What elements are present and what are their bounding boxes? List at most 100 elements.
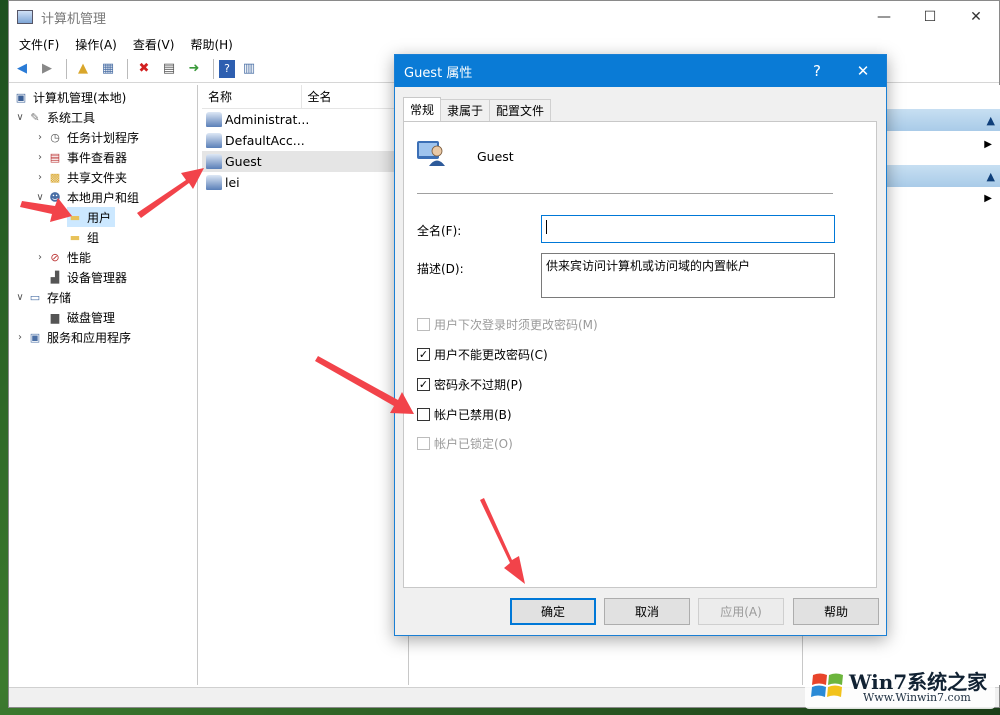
title-bar: 计算机管理 — ☐ ✕ [9, 1, 999, 33]
account-name: Guest [477, 149, 514, 164]
computer-icon: ▣ [15, 90, 27, 104]
account-locked-checkbox[interactable]: 帐户已锁定(O) [417, 434, 513, 452]
menu-action[interactable]: 操作(A) [67, 36, 125, 53]
tree-item-users[interactable]: ▬ 用户 [67, 207, 116, 227]
menu-bar: 文件(F) 操作(A) 查看(V) 帮助(H) [9, 33, 999, 55]
storage-icon: ▭ [29, 290, 41, 304]
chevron-down-icon[interactable]: ∨ [13, 292, 27, 303]
fullname-field[interactable] [541, 215, 835, 243]
list-item[interactable]: Guest [202, 151, 408, 172]
user-icon [206, 133, 222, 148]
tree-item-disk-management[interactable]: ▆ 磁盘管理 [33, 307, 115, 327]
tree-item-storage[interactable]: ∨ ▭ 存储 [13, 287, 71, 307]
checkmark-icon[interactable]: ✓ [417, 377, 430, 391]
chevron-right-icon[interactable]: ▶ [984, 139, 992, 150]
cancel-button[interactable]: 取消 [604, 598, 690, 625]
user-icon [206, 154, 222, 169]
menu-help[interactable]: 帮助(H) [182, 36, 240, 53]
device-manager-icon: ▟ [50, 270, 60, 284]
chevron-right-icon[interactable]: › [13, 332, 27, 343]
menu-file[interactable]: 文件(F) [11, 36, 67, 53]
dialog-title-bar: Guest 属性 ? ✕ [395, 55, 886, 87]
apply-button[interactable]: 应用(A) [698, 598, 784, 625]
dialog-tabs: 常规 隶属于 配置文件 [403, 97, 552, 121]
users-icon: ☻ [49, 190, 61, 204]
list-item[interactable]: Administrat... [202, 109, 408, 130]
clock-icon: ◷ [50, 130, 60, 144]
dialog-help-button[interactable]: ? [794, 55, 840, 87]
chevron-right-icon[interactable]: › [33, 252, 47, 263]
minimize-button[interactable]: — [861, 1, 907, 33]
tree-item-task-scheduler[interactable]: › ◷ 任务计划程序 [33, 127, 139, 147]
help-button[interactable]: 帮助 [793, 598, 879, 625]
checkbox-box[interactable] [417, 436, 430, 450]
password-never-expires-checkbox[interactable]: ✓ 密码永不过期(P) [417, 375, 523, 393]
maximize-button[interactable]: ☐ [907, 1, 953, 33]
ok-button[interactable]: 确定 [510, 598, 596, 625]
dialog-title: Guest 属性 [404, 65, 473, 81]
forward-arrow-icon[interactable]: ▶ [36, 58, 58, 80]
export-icon[interactable]: ➜ [183, 58, 205, 80]
tree-item-local-users-groups[interactable]: ∨ ☻ 本地用户和组 [33, 187, 139, 207]
folder-icon: ▬ [69, 210, 81, 224]
tree-item-groups[interactable]: ▬ 组 [67, 227, 99, 247]
window-title: 计算机管理 [41, 11, 107, 27]
chevron-right-icon[interactable]: › [33, 132, 47, 143]
collapse-up-icon[interactable]: ▲ [987, 170, 995, 183]
dialog-close-button[interactable]: ✕ [840, 55, 886, 87]
collapse-up-icon[interactable]: ▲ [987, 114, 995, 127]
tree-item-device-manager[interactable]: ▟ 设备管理器 [33, 267, 127, 287]
show-tree-icon[interactable]: ▦ [97, 58, 119, 80]
computer-management-icon [17, 10, 33, 24]
disk-icon: ▆ [50, 310, 60, 324]
navigation-tree: ▣ 计算机管理(本地) ∨ ✎ 系统工具 › ◷ 任务计划程序 › ▤ 事件查看器 › ▩ 共享文… [9, 85, 198, 685]
fullname-label: 全名(F): [417, 224, 462, 238]
list-item[interactable]: lei [202, 172, 408, 193]
checkbox-box[interactable] [417, 317, 430, 331]
column-name[interactable]: 名称 [202, 84, 302, 109]
tree-item-performance[interactable]: › ⊘ 性能 [33, 247, 91, 267]
tab-member-of[interactable]: 隶属于 [440, 99, 491, 121]
tree-item-event-viewer[interactable]: › ▤ 事件查看器 [33, 147, 127, 167]
divider [417, 193, 833, 194]
services-icon: ▣ [29, 330, 41, 344]
event-viewer-icon: ▤ [49, 150, 61, 164]
chevron-right-icon[interactable]: › [33, 152, 47, 163]
performance-icon: ⊘ [50, 250, 60, 264]
user-icon [206, 112, 222, 127]
list-item[interactable]: DefaultAcc... [202, 130, 408, 151]
checkmark-icon[interactable]: ✓ [417, 347, 430, 361]
user-list-pane: 名称 全名 Administrat... DefaultAcc... Guest… [202, 84, 409, 685]
chevron-down-icon[interactable]: ∨ [13, 112, 27, 123]
close-button[interactable]: ✕ [953, 1, 999, 33]
delete-icon[interactable]: ✖ [133, 58, 155, 80]
watermark-url: Www.Winwin7.com [863, 691, 971, 704]
tab-profile[interactable]: 配置文件 [489, 99, 552, 121]
account-disabled-checkbox[interactable]: 帐户已禁用(B) [417, 405, 512, 423]
menu-view[interactable]: 查看(V) [125, 36, 183, 53]
description-field[interactable]: 供来宾访问计算机或访问域的内置帐户 [541, 253, 835, 298]
description-label: 描述(D): [417, 262, 464, 276]
back-arrow-icon[interactable]: ◀ [11, 58, 33, 80]
chevron-right-icon[interactable]: › [33, 172, 47, 183]
help-icon[interactable]: ? [219, 59, 235, 78]
text-caret [546, 219, 547, 234]
tree-item-services-applications[interactable]: › ▣ 服务和应用程序 [13, 327, 131, 347]
user-icon [206, 175, 222, 190]
up-folder-icon[interactable]: ▲ [72, 58, 94, 80]
properties-icon[interactable]: ▤ [158, 58, 180, 80]
tree-item-computer-management[interactable]: ▣ 计算机管理(本地) [13, 87, 127, 107]
tree-item-shared-folders[interactable]: › ▩ 共享文件夹 [33, 167, 127, 187]
tools-icon: ✎ [30, 110, 40, 124]
chevron-down-icon[interactable]: ∨ [33, 192, 47, 203]
windows-logo-icon [811, 673, 843, 697]
tab-general[interactable]: 常规 [403, 97, 442, 121]
tree-item-system-tools[interactable]: ∨ ✎ 系统工具 [13, 107, 95, 127]
user-icon [417, 141, 445, 166]
cannot-change-password-checkbox[interactable]: ✓ 用户不能更改密码(C) [417, 345, 548, 363]
chevron-right-icon[interactable]: ▶ [984, 193, 992, 204]
checkbox-box[interactable] [417, 407, 430, 421]
show-action-pane-icon[interactable]: ▥ [238, 58, 260, 80]
must-change-password-checkbox[interactable]: 用户下次登录时须更改密码(M) [417, 315, 598, 333]
column-fullname[interactable]: 全名 [302, 85, 408, 109]
